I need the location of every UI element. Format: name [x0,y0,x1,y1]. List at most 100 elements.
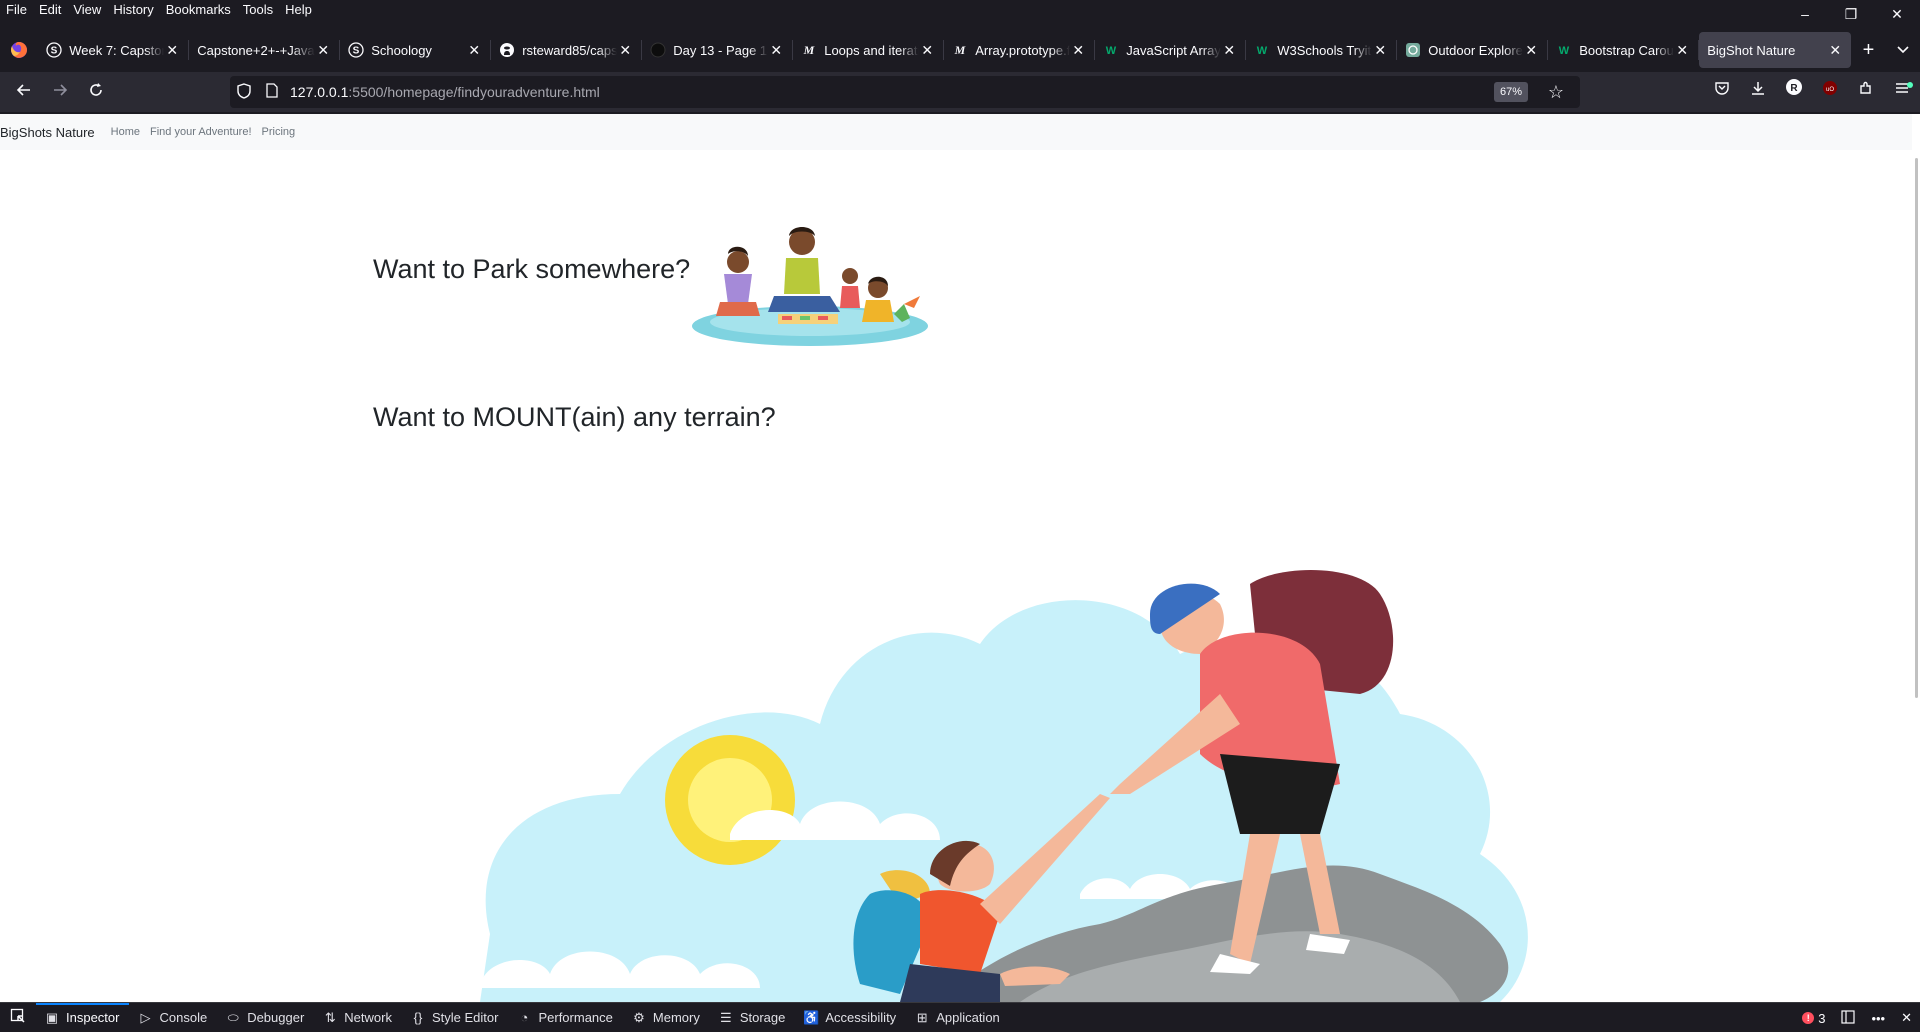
devtools-more-icon[interactable]: ••• [1863,1011,1893,1026]
svg-text:M: M [803,43,815,57]
nav-link-pricing[interactable]: Pricing [262,126,296,138]
tracking-protection-icon[interactable] [230,82,258,102]
github-icon [499,42,515,58]
menu-edit[interactable]: Edit [33,0,67,20]
devtools-tab-debugger[interactable]: ⬭ Debugger [217,1003,314,1032]
svg-text:W: W [1257,45,1268,57]
browser-tab[interactable]: Outdoor Explorer ✕ [1397,32,1547,68]
close-tab-icon[interactable]: ✕ [466,42,482,59]
page-scrollbar[interactable] [1912,114,1920,1002]
browser-tab[interactable]: W Bootstrap Carous ✕ [1548,32,1698,68]
bookmark-star-icon[interactable]: ☆ [1544,80,1568,104]
close-devtools-icon[interactable]: ✕ [1893,1010,1920,1026]
menu-tools[interactable]: Tools [237,0,279,20]
account-avatar-icon[interactable]: R [1776,76,1812,108]
mdn-icon: M [801,42,817,58]
devtools-tab-label: Network [344,1010,392,1025]
url-bar[interactable]: 127.0.0.1:5500/homepage/findyouradventur… [230,76,1580,108]
page-viewport: BigShots Nature Home Find your Adventure… [0,114,1920,1002]
zoom-level-badge[interactable]: 67% [1493,82,1528,102]
tab-title: rsteward85/capst [522,42,618,58]
devtools-tab-storage[interactable]: ☰ Storage [710,1003,796,1032]
close-tab-icon[interactable]: ✕ [1827,42,1843,59]
element-picker-icon[interactable] [0,1008,36,1027]
close-tab-icon[interactable]: ✕ [1221,42,1237,59]
close-tab-icon[interactable]: ✕ [617,42,633,59]
app-menu-icon[interactable] [1884,76,1920,108]
tab-title: Day 13 - Page 14 [673,42,769,58]
close-tab-icon[interactable]: ✕ [1070,42,1086,59]
tab-title: Capstone+2+-+JavaS [197,42,316,58]
browser-tab[interactable]: Capstone+2+-+JavaS ✕ [189,32,339,68]
browser-tab[interactable]: S Week 7: Capstone✕ [38,32,188,68]
close-tab-icon[interactable]: ✕ [768,42,784,59]
close-tab-icon[interactable]: ✕ [315,42,331,59]
close-tab-icon[interactable]: ✕ [1372,42,1388,59]
accessibility-icon: ♿ [803,1009,820,1025]
network-icon: ⇅ [324,1009,336,1025]
nav-link-home[interactable]: Home [111,126,140,138]
close-tab-icon[interactable]: ✕ [1674,42,1690,59]
error-count: 3 [1818,1010,1826,1026]
scrollbar-thumb[interactable] [1915,158,1918,698]
devtools-tab-memory[interactable]: ⚙ Memory [623,1003,710,1032]
menu-bookmarks[interactable]: Bookmarks [160,0,237,20]
devtools-tab-performance[interactable]: ◔ Performance [508,1003,622,1032]
toolbar-right: R uO [1704,72,1920,112]
devtools-tab-inspector[interactable]: ▣ Inspector [36,1003,129,1032]
firefox-logo-icon[interactable] [0,30,38,70]
browser-tab[interactable]: M Array.prototype.f ✕ [944,32,1094,68]
reload-button[interactable] [78,76,114,108]
close-tab-icon[interactable]: ✕ [919,42,935,59]
mdn-icon: M [952,42,968,58]
site-brand[interactable]: BigShots Nature [0,125,95,140]
devtools-tab-label: Debugger [247,1010,305,1025]
close-tab-icon[interactable]: ✕ [1523,42,1539,59]
dock-side-icon[interactable] [1833,1009,1863,1027]
close-window-button[interactable]: ✕ [1874,0,1920,28]
devtools-tab-label: Console [159,1010,208,1025]
error-count-badge[interactable]: ! 3 [1794,1011,1833,1026]
browser-tab[interactable]: W W3Schools Tryit E✕ [1246,32,1396,68]
list-all-tabs-button[interactable] [1886,32,1920,68]
new-tab-button[interactable]: + [1851,32,1885,68]
devtools-tab-network[interactable]: ⇅ Network [314,1003,402,1032]
browser-tab[interactable]: rsteward85/capst ✕ [491,32,641,68]
minimize-button[interactable]: – [1782,0,1828,28]
menu-help[interactable]: Help [279,0,318,20]
devtools-tab-style-editor[interactable]: {} Style Editor [402,1003,508,1032]
url-text: 127.0.0.1:5500/homepage/findyouradventur… [290,84,600,100]
nav-link-find-adventure[interactable]: Find your Adventure! [150,126,252,138]
browser-tab[interactable]: BigShot Nature ✕ [1699,32,1852,68]
page-info-icon[interactable] [258,83,286,101]
url-path: :5500/homepage/findyouradventure.html [348,84,600,100]
restore-button[interactable]: ❐ [1828,0,1874,28]
nav-bar: 127.0.0.1:5500/homepage/findyouradventur… [0,72,1920,112]
extensions-icon[interactable] [1848,76,1884,108]
menu-file[interactable]: File [0,0,33,20]
error-icon: ! [1802,1012,1815,1024]
schoology-icon: S [348,42,364,58]
close-tab-icon[interactable]: ✕ [164,42,180,59]
browser-tab[interactable]: M Loops and iteratio ✕ [793,32,943,68]
ublock-origin-icon[interactable]: uO [1812,76,1848,108]
heading-park: Want to Park somewhere? [373,254,691,284]
browser-tab[interactable]: W JavaScript Array f ✕ [1095,32,1245,68]
back-button[interactable] [6,76,42,108]
menu-view[interactable]: View [67,0,107,20]
browser-tab[interactable]: S Schoology ✕ [340,32,490,68]
forward-button[interactable] [42,76,78,108]
devtools-tab-application[interactable]: ⊞ Application [906,1003,1010,1032]
style-editor-icon: {} [413,1010,423,1025]
pocket-icon[interactable] [1704,76,1740,108]
svg-text:M: M [954,43,966,57]
svg-text:uO: uO [1826,87,1834,93]
window-controls: – ❐ ✕ [1782,0,1920,28]
tab-title: W3Schools Tryit E [1277,42,1372,58]
devtools-tab-console[interactable]: ▷ Console [129,1003,217,1032]
devtools-tab-label: Style Editor [431,1010,499,1025]
menu-history[interactable]: History [107,0,159,20]
devtools-tab-accessibility[interactable]: ♿ Accessibility [795,1003,906,1032]
browser-tab[interactable]: Day 13 - Page 14 ✕ [642,32,792,68]
downloads-icon[interactable] [1740,76,1776,108]
